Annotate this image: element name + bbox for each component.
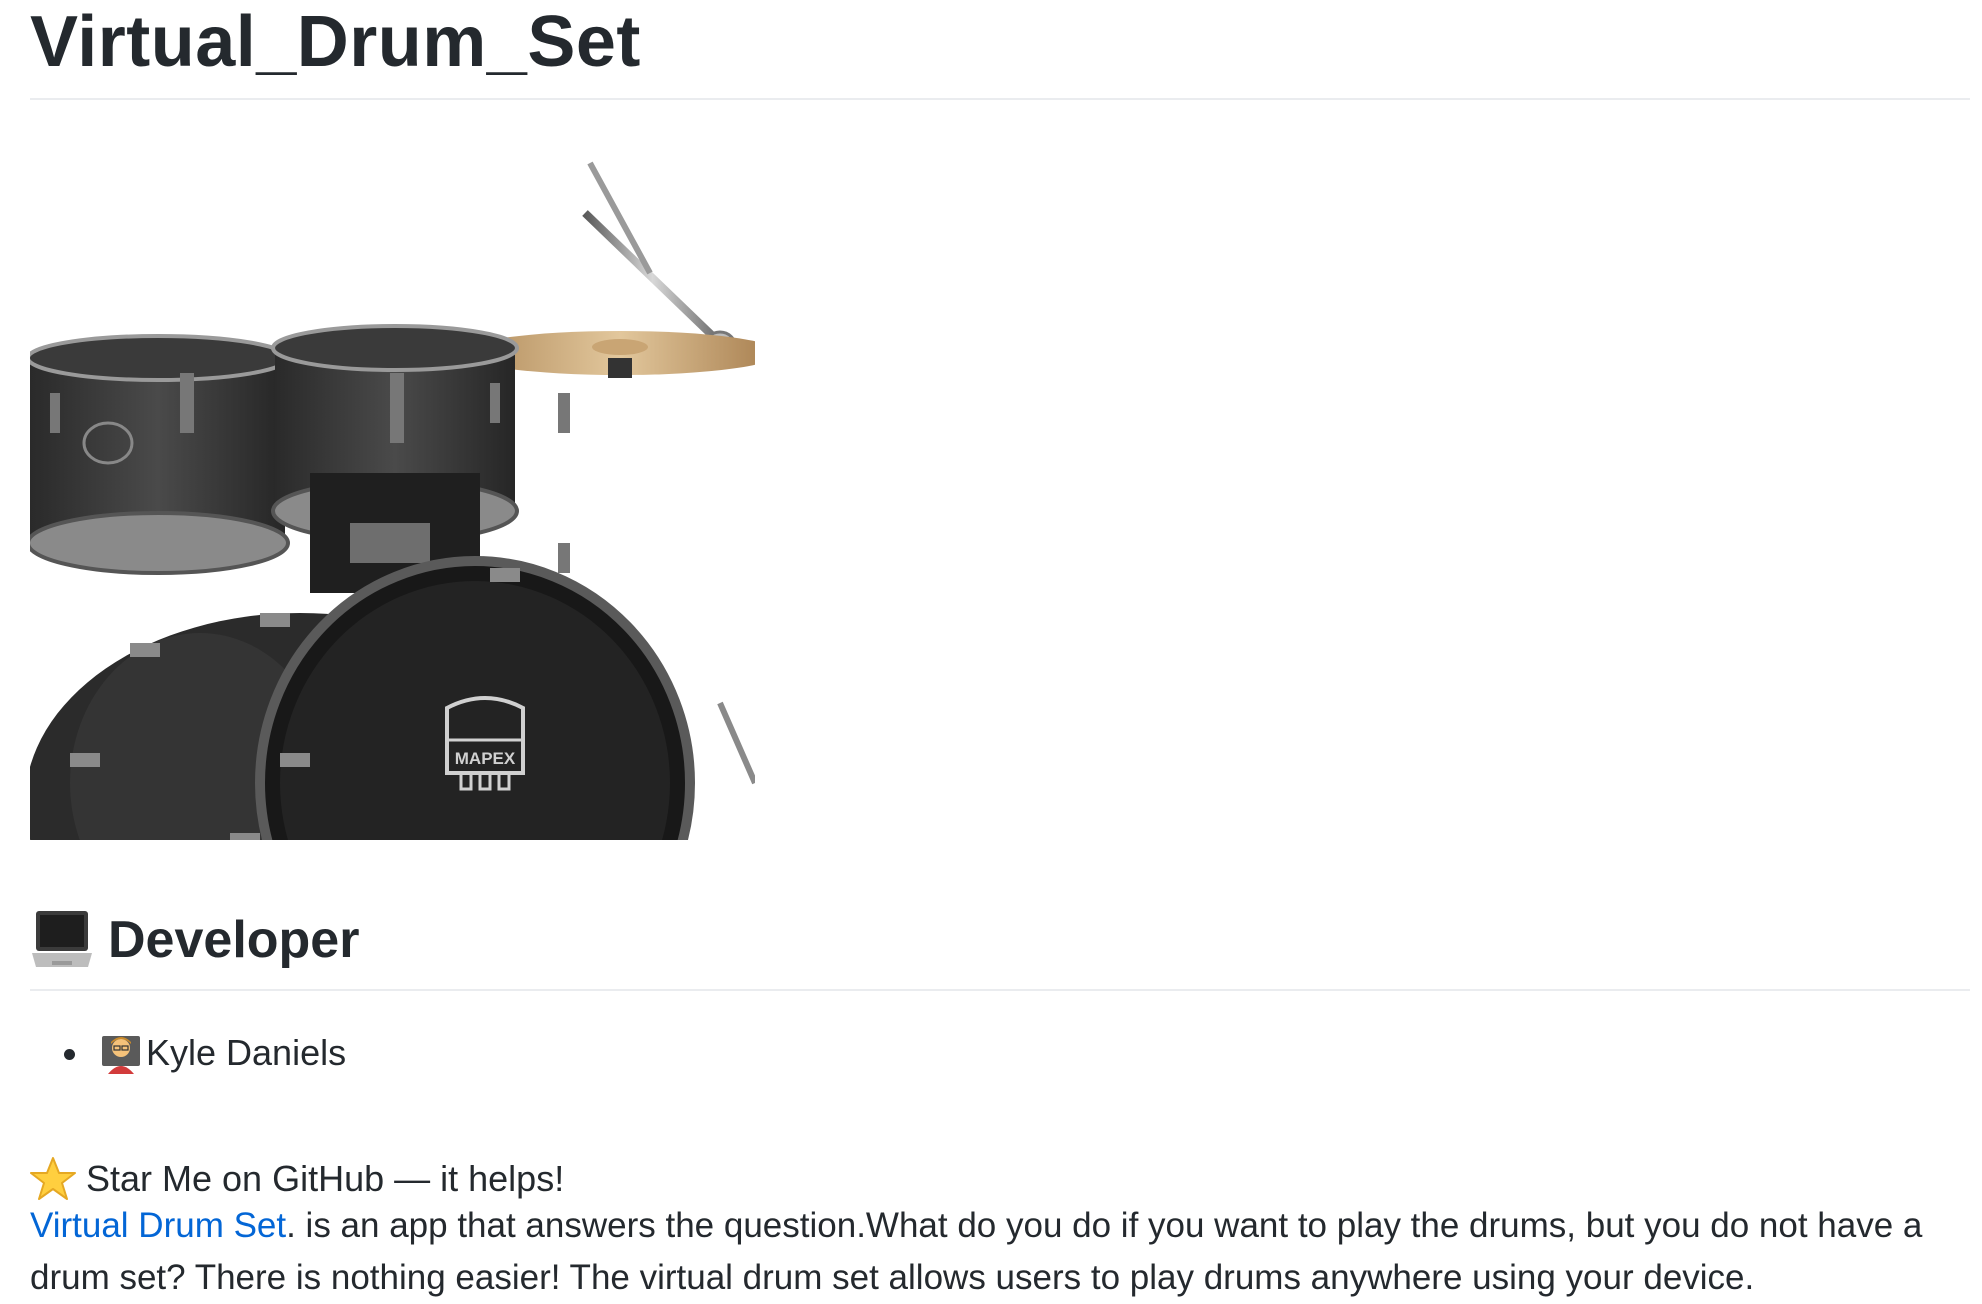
readme-content: Virtual_Drum_Set MAPEX Developer Kyle Da… — [30, 0, 1970, 1297]
description-paragraph: Virtual Drum Set. is an app that answers… — [30, 1200, 1970, 1304]
virtual-drum-set-link[interactable]: Virtual Drum Set — [30, 1206, 286, 1245]
developer-name: Kyle Daniels — [146, 1032, 347, 1073]
star-icon — [30, 1157, 76, 1200]
page-title: Virtual_Drum_Set — [30, 0, 1970, 100]
star-line-text: Star Me on GitHub — it helps! — [86, 1158, 565, 1199]
svg-text:MAPEX: MAPEX — [455, 749, 516, 768]
developer-list: Kyle Daniels — [30, 1025, 346, 1081]
developer-heading-text: Developer — [108, 911, 360, 969]
laptop-icon — [32, 911, 92, 967]
description-text: . is an app that answers the question.Wh… — [30, 1206, 1923, 1297]
list-item: Kyle Daniels — [30, 1025, 346, 1081]
drum-set-image: MAPEX — [30, 143, 755, 840]
star-line: Star Me on GitHub — it helps! — [30, 1151, 564, 1207]
bullet — [64, 1049, 75, 1060]
developer-heading: Developer — [30, 905, 1970, 991]
technologist-icon — [102, 1036, 140, 1074]
